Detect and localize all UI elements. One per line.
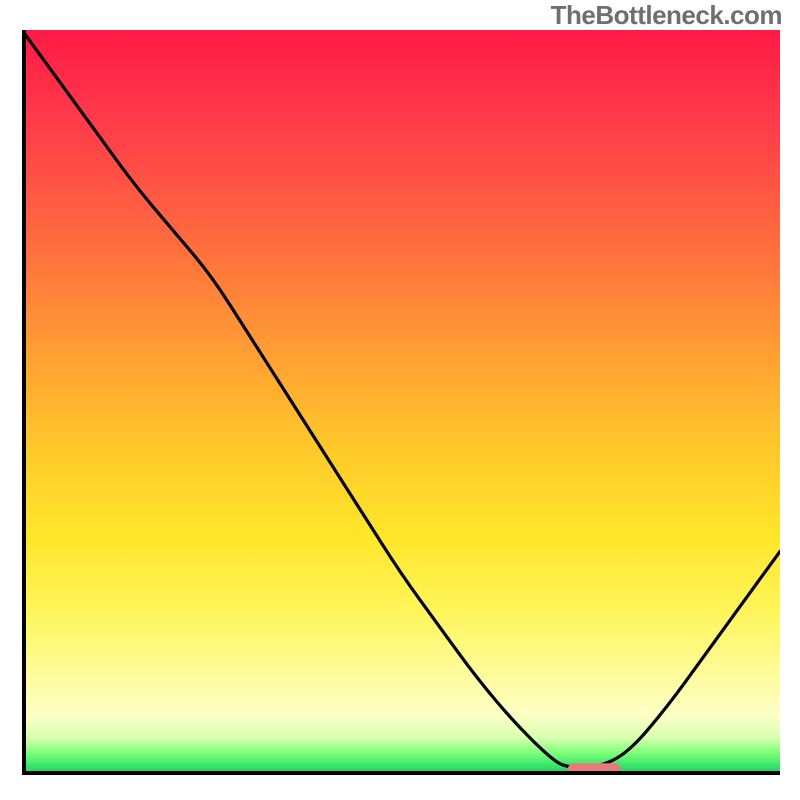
- optimal-marker: [568, 763, 621, 775]
- marker-layer: [22, 30, 780, 775]
- watermark-text: TheBottleneck.com: [551, 0, 782, 31]
- plot-area: [22, 30, 780, 775]
- bottleneck-chart: TheBottleneck.com: [0, 0, 800, 800]
